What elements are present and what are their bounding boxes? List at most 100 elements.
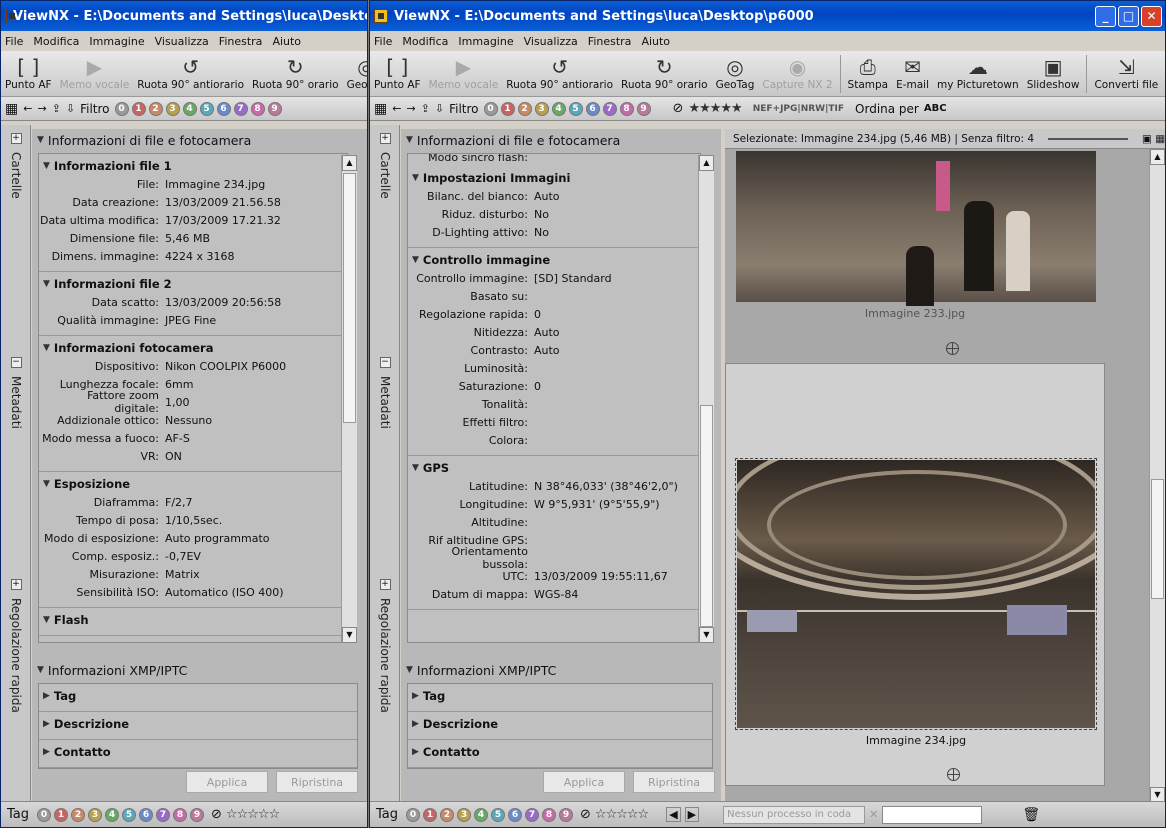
expand-icon[interactable]: + bbox=[379, 579, 391, 590]
tab-metadati[interactable]: − Metadati bbox=[1, 353, 31, 429]
tab-cartelle[interactable]: + Cartelle bbox=[370, 129, 400, 199]
collapse-icon[interactable]: − bbox=[379, 357, 391, 368]
memo-vocale-button[interactable]: ▶ Memo vocale bbox=[56, 55, 134, 91]
prev-icon[interactable]: ◀ bbox=[666, 807, 681, 822]
section-header[interactable]: ▼ GPS bbox=[408, 459, 700, 477]
label-3-icon[interactable]: 3 bbox=[88, 807, 103, 822]
label-4-icon[interactable]: 4 bbox=[182, 101, 197, 116]
info-header[interactable]: ▼ Informazioni di file e fotocamera bbox=[32, 129, 367, 151]
capture-nx-button[interactable]: ◉ Capture NX 2 bbox=[758, 55, 836, 91]
thumbnail-233[interactable]: Immagine 233.jpg bbox=[725, 149, 1105, 361]
photo-234[interactable] bbox=[737, 460, 1095, 728]
photo-233[interactable] bbox=[736, 151, 1096, 306]
label-8-icon[interactable]: 8 bbox=[173, 807, 188, 822]
scroll-thumb[interactable] bbox=[343, 173, 356, 423]
view-mode-icon[interactable]: ▣ ▦ bbox=[1142, 133, 1165, 145]
section-header[interactable]: ▼ Informazioni fotocamera bbox=[39, 339, 347, 357]
tab-regolazione[interactable]: + Regolazione rapida bbox=[370, 575, 400, 713]
maximize-icon[interactable]: □ bbox=[1118, 5, 1139, 27]
scroll-up-icon[interactable]: ▲ bbox=[342, 155, 357, 171]
section-header[interactable]: ▼ Informazioni file 2 bbox=[39, 275, 347, 293]
menu-finestra[interactable]: Finestra bbox=[219, 35, 263, 48]
grid-view-icon[interactable]: ▦ bbox=[5, 101, 18, 117]
menu-finestra[interactable]: Finestra bbox=[588, 35, 632, 48]
grid-view-icon[interactable]: ▦ bbox=[374, 101, 387, 117]
rotate-ccw-button[interactable]: ↺ Ruota 90° antiorario bbox=[133, 55, 248, 91]
section-header[interactable]: ▼ Informazioni file 1 bbox=[39, 157, 347, 175]
tab-regolazione[interactable]: + Regolazione rapida bbox=[1, 575, 31, 713]
label-0-icon[interactable]: 0 bbox=[37, 807, 52, 822]
menu-immagine[interactable]: Immagine bbox=[89, 35, 144, 48]
no-rating-icon[interactable]: ⊘ bbox=[580, 807, 591, 822]
process-queue-select[interactable]: Nessun processo in coda bbox=[723, 805, 866, 824]
scroll-thumb[interactable] bbox=[700, 405, 713, 627]
label-8-icon[interactable]: 8 bbox=[250, 101, 265, 116]
label-6-icon[interactable]: 6 bbox=[508, 807, 523, 822]
label-6-icon[interactable]: 6 bbox=[139, 807, 154, 822]
label-3-icon[interactable]: 3 bbox=[534, 101, 549, 116]
section-header[interactable]: ▼ Flash bbox=[39, 611, 347, 629]
menu-file[interactable]: File bbox=[5, 35, 23, 48]
reset-button[interactable]: Ripristina bbox=[276, 771, 358, 793]
rating-stars[interactable]: ☆☆☆☆☆ bbox=[226, 807, 280, 822]
info-header[interactable]: ▼ Informazioni di file e fotocamera bbox=[401, 129, 721, 151]
search-field[interactable] bbox=[882, 805, 983, 824]
label-3-icon[interactable]: 3 bbox=[457, 807, 472, 822]
memo-vocale-button[interactable]: ▶ Memo vocale bbox=[425, 55, 503, 91]
label-5-icon[interactable]: 5 bbox=[491, 807, 506, 822]
xmp-tag[interactable]: ▶ Tag bbox=[408, 684, 712, 712]
back-arrow-icon[interactable]: ← bbox=[392, 102, 401, 115]
label-4-icon[interactable]: 4 bbox=[551, 101, 566, 116]
label-2-icon[interactable]: 2 bbox=[71, 807, 86, 822]
rotate-cw-button[interactable]: ↻ Ruota 90° orario bbox=[248, 55, 343, 91]
xmp-tag[interactable]: ▶ Tag bbox=[39, 684, 357, 712]
rating-stars[interactable]: ☆☆☆☆☆ bbox=[595, 807, 649, 822]
label-0-icon[interactable]: 0 bbox=[114, 101, 129, 116]
menu-visualizza[interactable]: Visualizza bbox=[155, 35, 209, 48]
label-2-icon[interactable]: 2 bbox=[440, 807, 455, 822]
geotag-globe-icon[interactable] bbox=[946, 342, 959, 355]
no-rating-icon[interactable]: ⊘ bbox=[211, 807, 222, 822]
punto-af-button[interactable]: [ ] Punto AF bbox=[1, 55, 56, 91]
email-button[interactable]: ✉ E-mail bbox=[892, 55, 933, 91]
label-7-icon[interactable]: 7 bbox=[156, 807, 171, 822]
converti-button[interactable]: ⇲ Converti file bbox=[1090, 55, 1162, 91]
tab-cartelle[interactable]: + Cartelle bbox=[1, 129, 31, 199]
label-4-icon[interactable]: 4 bbox=[474, 807, 489, 822]
menu-aiuto[interactable]: Aiuto bbox=[272, 35, 301, 48]
xmp-contatto[interactable]: ▶ Contatto bbox=[408, 740, 712, 768]
sort-by-label[interactable]: Ordina per bbox=[855, 102, 919, 116]
expand-icon[interactable]: + bbox=[379, 133, 391, 144]
punto-af-button[interactable]: [ ] Punto AF bbox=[370, 55, 425, 91]
close-icon[interactable]: ✕ bbox=[1141, 5, 1162, 27]
label-1-icon[interactable]: 1 bbox=[500, 101, 515, 116]
scroll-up-icon[interactable]: ▲ bbox=[1150, 149, 1165, 165]
label-0-icon[interactable]: 0 bbox=[483, 101, 498, 116]
tab-metadati[interactable]: − Metadati bbox=[370, 353, 400, 429]
collapse-icon[interactable]: − bbox=[10, 357, 22, 368]
up-folder-icon[interactable]: ⇪ bbox=[421, 102, 430, 115]
size-slider[interactable] bbox=[1048, 137, 1129, 140]
xmp-header[interactable]: ▼ Informazioni XMP/IPTC bbox=[32, 659, 187, 681]
rotate-ccw-button[interactable]: ↺ Ruota 90° antiorario bbox=[502, 55, 617, 91]
label-7-icon[interactable]: 7 bbox=[602, 101, 617, 116]
trash-icon[interactable]: 🗑 bbox=[1022, 807, 1040, 823]
section-header[interactable]: ▼ Controllo immagine bbox=[408, 251, 700, 269]
label-9-icon[interactable]: 9 bbox=[636, 101, 651, 116]
menu-modifica[interactable]: Modifica bbox=[402, 35, 448, 48]
format-filter[interactable]: NEF+JPG|NRW|TIF bbox=[753, 104, 844, 114]
xmp-descrizione[interactable]: ▶ Descrizione bbox=[408, 712, 712, 740]
title-bar[interactable]: ViewNX - E:\Documents and Settings\luca\… bbox=[1, 1, 367, 31]
label-5-icon[interactable]: 5 bbox=[568, 101, 583, 116]
thumbnail-234[interactable]: Immagine 234.jpg bbox=[725, 363, 1105, 786]
label-2-icon[interactable]: 2 bbox=[148, 101, 163, 116]
expand-icon[interactable]: + bbox=[10, 133, 22, 144]
info-scrollbar[interactable]: ▲ ▼ bbox=[698, 155, 714, 643]
title-bar[interactable]: ViewNX - E:\Documents and Settings\luca\… bbox=[370, 1, 1165, 31]
forward-arrow-icon[interactable]: → bbox=[406, 102, 415, 115]
label-9-icon[interactable]: 9 bbox=[267, 101, 282, 116]
geotag-button[interactable]: ◎GeoTag bbox=[343, 55, 367, 91]
menu-aiuto[interactable]: Aiuto bbox=[641, 35, 670, 48]
label-7-icon[interactable]: 7 bbox=[525, 807, 540, 822]
rotate-cw-button[interactable]: ↻ Ruota 90° orario bbox=[617, 55, 712, 91]
